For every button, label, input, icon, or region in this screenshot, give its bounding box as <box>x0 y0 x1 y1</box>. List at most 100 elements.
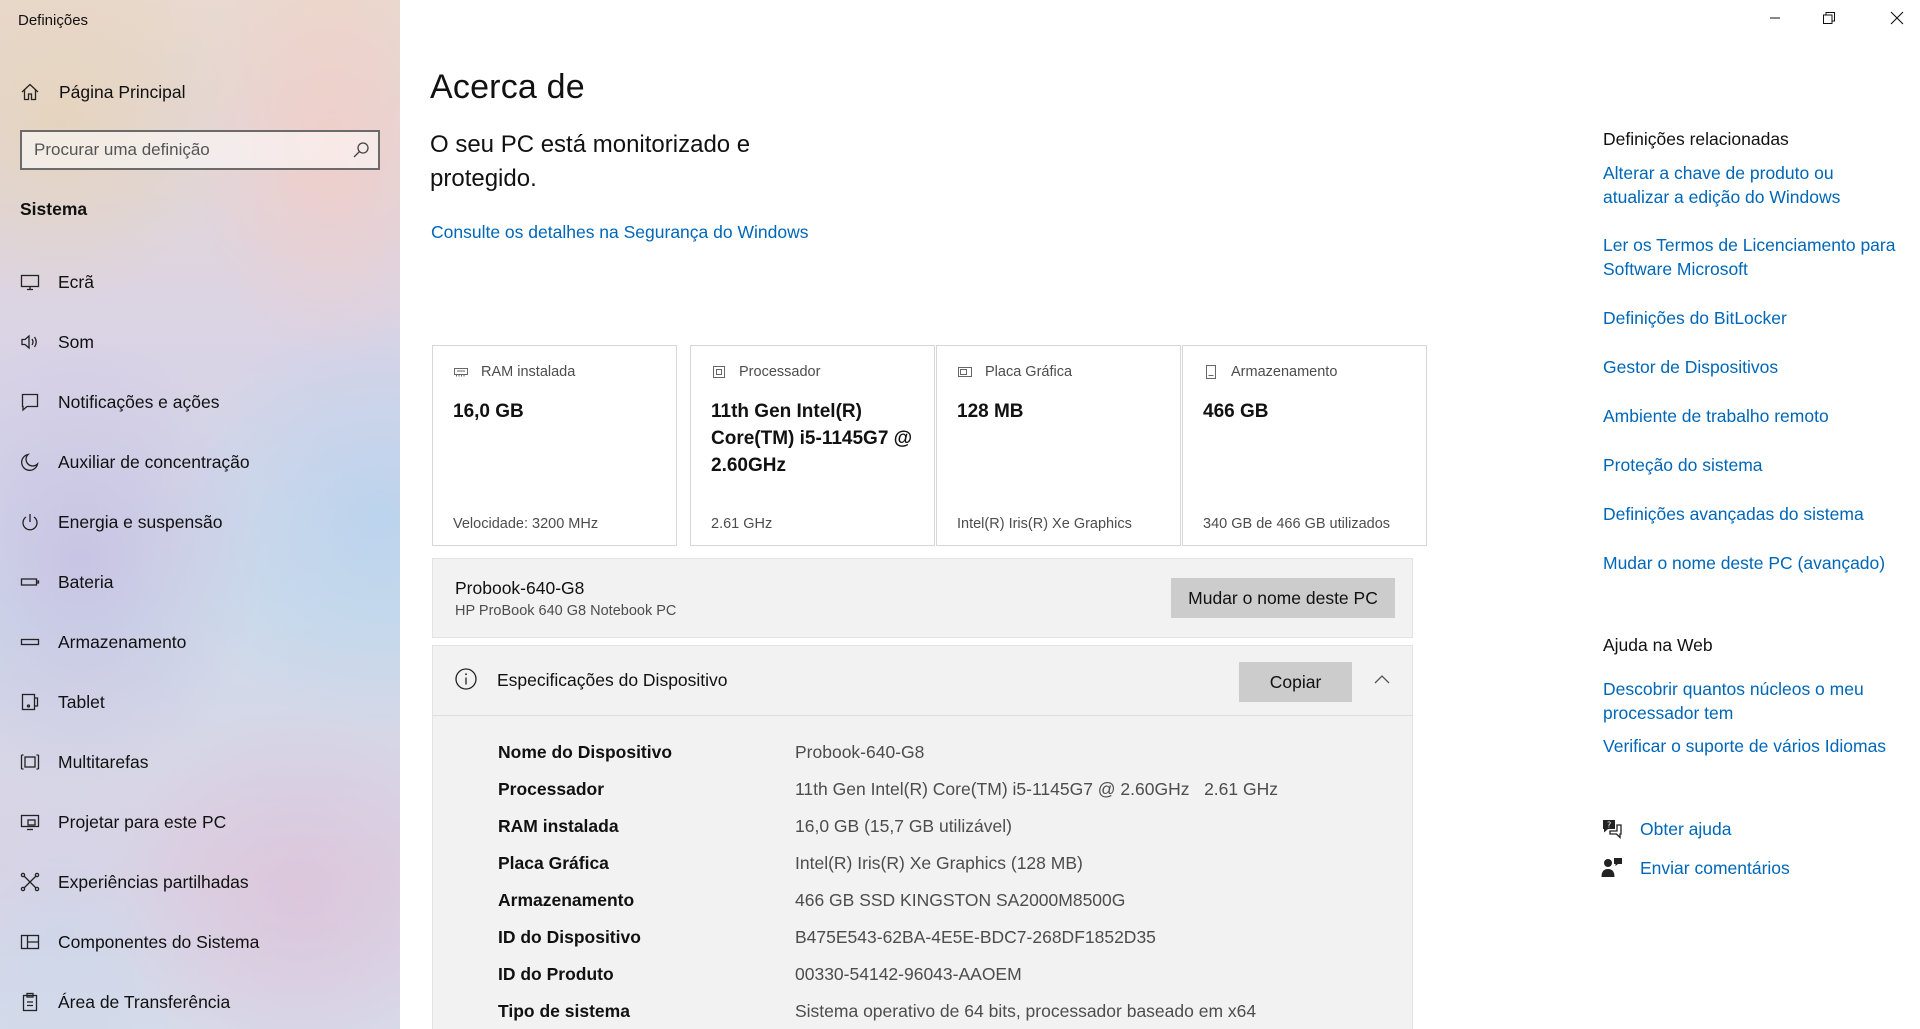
sidebar-item-display[interactable]: Ecrã <box>0 262 400 302</box>
monitor-icon <box>18 270 42 294</box>
spec-value: 00330-54142-96043-AAOEM <box>795 964 1022 984</box>
rename-pc-advanced-link[interactable]: Mudar o nome deste PC (avançado) <box>1603 551 1903 575</box>
card-label: Processador <box>739 364 821 380</box>
sidebar-item-label: Ecrã <box>58 271 94 292</box>
remote-desktop-link[interactable]: Ambiente de trabalho remoto <box>1603 404 1903 428</box>
battery-icon <box>18 570 42 594</box>
ram-icon <box>453 364 469 380</box>
notification-icon <box>18 390 42 414</box>
rename-pc-button[interactable]: Mudar o nome deste PC <box>1171 578 1395 618</box>
sidebar-item-label: Multitarefas <box>58 751 149 772</box>
card-subtext: 2.61 GHz <box>711 516 773 532</box>
spec-value: 466 GB SSD KINGSTON SA2000M8500G <box>795 890 1126 910</box>
project-icon <box>18 810 42 834</box>
sidebar-item-system-components[interactable]: Componentes do Sistema <box>0 922 400 962</box>
restore-button[interactable] <box>1806 0 1852 40</box>
components-icon <box>18 930 42 954</box>
card-value: 466 GB <box>1203 401 1269 422</box>
pc-name-panel: Probook-640-G8 HP ProBook 640 G8 Noteboo… <box>432 558 1413 638</box>
sidebar-item-clipboard[interactable]: Área de Transferência <box>0 982 400 1022</box>
system-protection-link[interactable]: Proteção do sistema <box>1603 453 1903 477</box>
card-header: RAM instalada <box>453 364 575 380</box>
power-icon <box>18 510 42 534</box>
home-icon <box>18 80 42 104</box>
sidebar-item-sound[interactable]: Som <box>0 322 400 362</box>
windows-security-link[interactable]: Consulte os detalhes na Segurança do Win… <box>431 222 808 243</box>
device-manager-link[interactable]: Gestor de Dispositivos <box>1603 355 1903 379</box>
clipboard-icon <box>18 990 42 1014</box>
sidebar-item-multitasking[interactable]: Multitarefas <box>0 742 400 782</box>
send-feedback-item[interactable]: Enviar comentários <box>1600 855 1790 881</box>
sidebar-item-storage[interactable]: Armazenamento <box>0 622 400 662</box>
moon-icon <box>18 450 42 474</box>
advanced-system-settings-link[interactable]: Definições avançadas do sistema <box>1603 502 1903 526</box>
gpu-card: Placa Gráfica 128 MB Intel(R) Iris(R) Xe… <box>936 345 1181 546</box>
speaker-icon <box>18 330 42 354</box>
ram-card: RAM instalada 16,0 GB Velocidade: 3200 M… <box>432 345 677 546</box>
svg-text:?: ? <box>1607 821 1611 830</box>
close-button[interactable] <box>1874 0 1920 40</box>
spec-value: Sistema operativo de 64 bits, processado… <box>795 1001 1257 1021</box>
sidebar-item-label: Som <box>58 331 94 352</box>
processor-icon <box>711 364 727 380</box>
sidebar-item-label: Página Principal <box>59 81 186 102</box>
search-box[interactable] <box>20 130 380 170</box>
sidebar-item-label: Energia e suspensão <box>58 511 223 532</box>
chat-help-icon: ? <box>1600 817 1624 841</box>
bitlocker-link[interactable]: Definições do BitLocker <box>1603 306 1903 330</box>
sidebar-item-tablet[interactable]: Tablet <box>0 682 400 722</box>
spec-value: 11th Gen Intel(R) Core(TM) i5-1145G7 @ 2… <box>795 779 1278 799</box>
copy-button[interactable]: Copiar <box>1239 662 1352 702</box>
page-title: Acerca de <box>430 68 585 106</box>
share-icon <box>18 870 42 894</box>
restore-icon <box>1822 11 1836 30</box>
search-icon[interactable] <box>352 141 370 159</box>
sidebar-item-power[interactable]: Energia e suspensão <box>0 502 400 542</box>
protection-status-text: O seu PC está monitorizado e protegido. <box>430 131 751 192</box>
sidebar-item-label: Experiências partilhadas <box>58 871 249 892</box>
card-value: 11th Gen Intel(R) Core(TM) i5-1145G7 @ 2… <box>711 401 913 476</box>
get-help-item[interactable]: ? Obter ajuda <box>1600 816 1731 842</box>
sidebar-item-projecting[interactable]: Projetar para este PC <box>0 802 400 842</box>
spec-value: Probook-640-G8 <box>795 742 925 762</box>
spec-value: B475E543-62BA-4E5E-BDC7-268DF1852D35 <box>795 927 1156 947</box>
card-label: Placa Gráfica <box>985 364 1073 380</box>
get-help-link[interactable]: Obter ajuda <box>1640 819 1731 840</box>
license-terms-link[interactable]: Ler os Termos de Licenciamento para Soft… <box>1603 233 1903 281</box>
web-help-heading: Ajuda na Web <box>1603 635 1713 655</box>
spec-title: Especificações do Dispositivo <box>497 670 728 690</box>
sidebar-item-focus-assist[interactable]: Auxiliar de concentração <box>0 442 400 482</box>
disk-icon <box>1203 364 1219 380</box>
card-label: RAM instalada <box>481 364 576 380</box>
sidebar-item-label: Componentes do Sistema <box>58 931 260 952</box>
processor-cores-link[interactable]: Descobrir quantos núcleos o meu processa… <box>1603 677 1903 725</box>
sidebar-item-label: Tablet <box>58 691 105 712</box>
sidebar-item-notifications[interactable]: Notificações e ações <box>0 382 400 422</box>
card-value: 16,0 GB <box>453 401 524 422</box>
change-product-key-link[interactable]: Alterar a chave de produto ou atualizar … <box>1603 161 1903 209</box>
language-support-link[interactable]: Verificar o suporte de vários Idiomas <box>1603 734 1903 758</box>
sidebar-item-label: Notificações e ações <box>58 391 220 412</box>
sidebar-item-home[interactable]: Página Principal <box>0 72 400 112</box>
sidebar-item-label: Projetar para este PC <box>58 811 227 832</box>
sidebar-item-label: Armazenamento <box>58 631 187 652</box>
sidebar-item-shared-experiences[interactable]: Experiências partilhadas <box>0 862 400 902</box>
search-input[interactable] <box>34 139 334 161</box>
minimize-button[interactable] <box>1752 0 1798 40</box>
card-header: Placa Gráfica <box>957 364 1072 380</box>
spec-label: RAM instalada <box>498 816 619 836</box>
chevron-up-icon[interactable] <box>1370 668 1394 692</box>
tablet-icon <box>18 690 42 714</box>
sidebar-item-battery[interactable]: Bateria <box>0 562 400 602</box>
card-value: 128 MB <box>957 401 1024 422</box>
send-feedback-link[interactable]: Enviar comentários <box>1640 858 1790 879</box>
spec-label: Processador <box>498 779 605 799</box>
spec-label: Placa Gráfica <box>498 853 609 873</box>
processor-card: Processador 11th Gen Intel(R) Core(TM) i… <box>690 345 935 546</box>
pc-name: Probook-640-G8 <box>455 578 585 598</box>
card-label: Armazenamento <box>1231 364 1338 380</box>
card-subtext: Velocidade: 3200 MHz <box>453 516 599 532</box>
section-title: Sistema <box>20 199 88 219</box>
close-icon <box>1890 11 1904 30</box>
storage-icon <box>18 630 42 654</box>
